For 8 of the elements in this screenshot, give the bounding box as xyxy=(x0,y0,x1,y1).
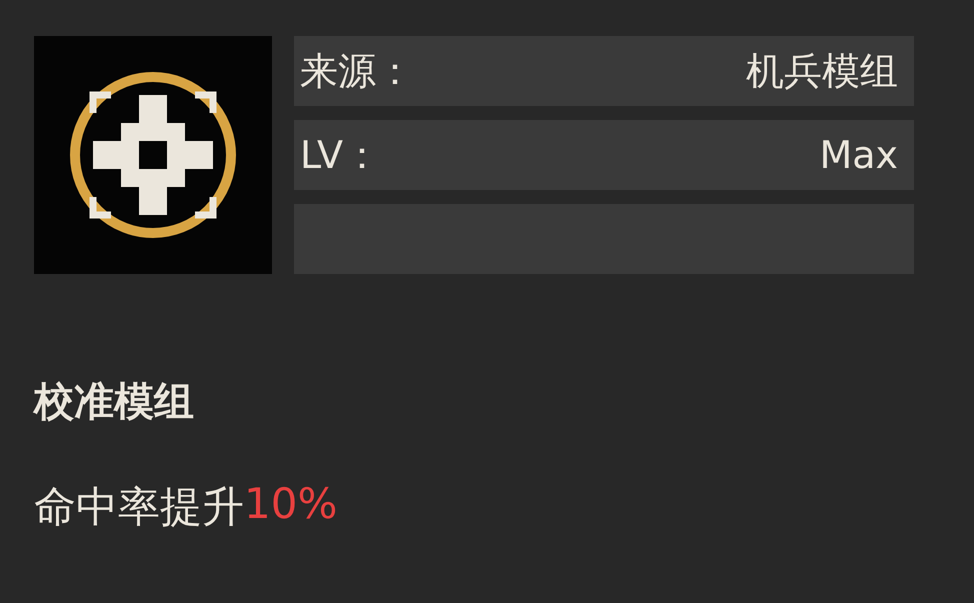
module-title: 校准模组 xyxy=(34,378,194,427)
info-label: 来源： xyxy=(300,48,414,94)
effect-text: 命中率提升 xyxy=(34,481,244,533)
info-value: 机兵模组 xyxy=(746,48,898,94)
module-icon xyxy=(34,36,272,274)
effect-value: 10% xyxy=(244,479,338,530)
info-value: Max xyxy=(819,133,898,177)
info-label: LV： xyxy=(300,132,381,178)
